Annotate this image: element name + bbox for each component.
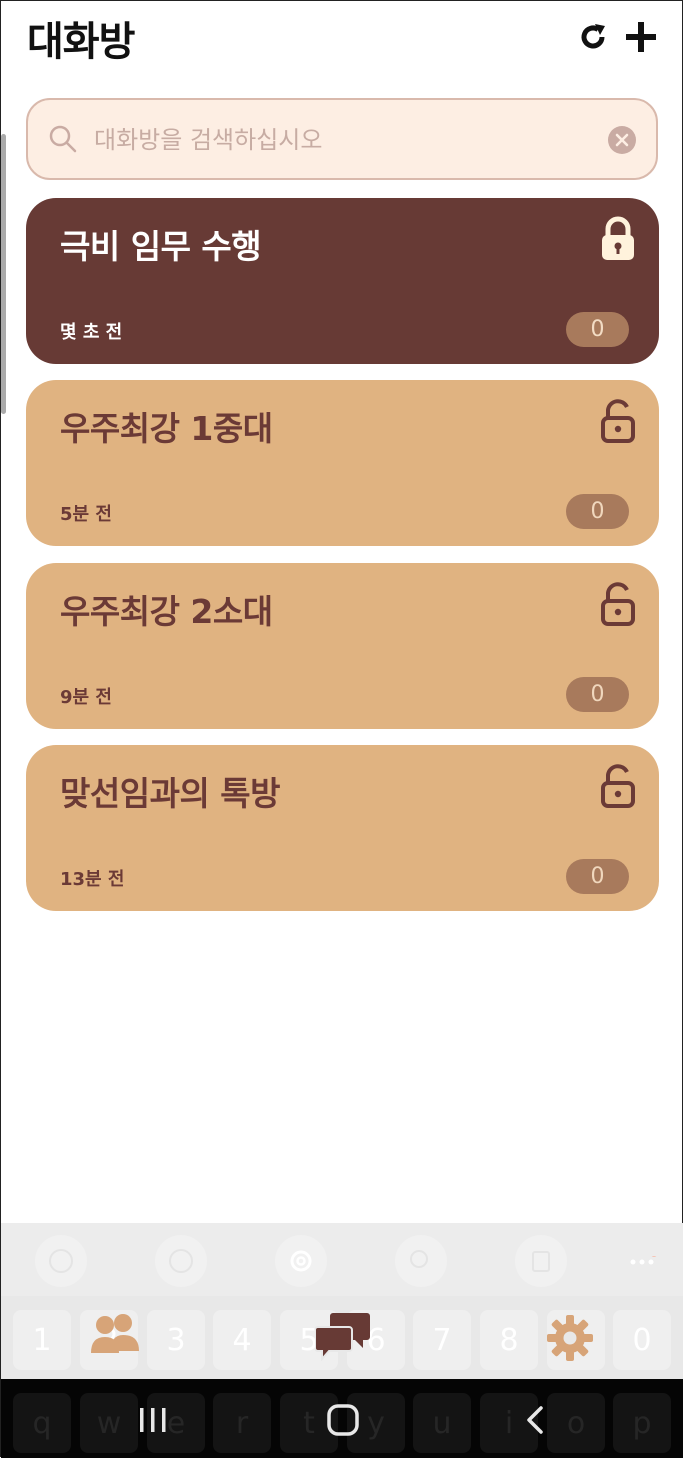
app-header: 대화방 <box>1 1 683 81</box>
back-icon <box>527 1406 543 1434</box>
room-last-active: 몇 초 전 <box>60 322 123 343</box>
room-last-active: 5분 전 <box>60 504 112 525</box>
room-last-active: 9분 전 <box>60 687 112 708</box>
room-name: 우주최강 2소대 <box>60 592 273 631</box>
chat-tab[interactable] <box>314 1311 371 1365</box>
settings-icon <box>547 1315 593 1361</box>
back-button[interactable] <box>505 1397 565 1443</box>
lock-open-icon <box>601 399 635 443</box>
key-3[interactable]: 3 <box>147 1310 205 1370</box>
room-name: 극비 임무 수행 <box>60 227 262 266</box>
room-name: 맞선임과의 톡방 <box>60 774 281 813</box>
plus-icon <box>626 22 656 52</box>
recent-apps-button[interactable] <box>123 1397 183 1443</box>
room-card[interactable]: 우주최강 2소대 9분 전 0 <box>26 563 659 729</box>
friends-icon <box>91 1314 139 1353</box>
home-icon <box>327 1404 359 1436</box>
refresh-icon <box>581 24 605 49</box>
scroll-indicator[interactable] <box>1 134 6 414</box>
key-8[interactable]: 8 <box>480 1310 538 1370</box>
key-1[interactable]: 1 <box>13 1310 71 1370</box>
key-r: r <box>213 1393 271 1453</box>
unread-count-badge: 0 <box>566 677 629 712</box>
page-title: 대화방 <box>27 19 135 65</box>
room-card[interactable]: 우주최강 1중대 5분 전 0 <box>26 380 659 546</box>
key-u: u <box>413 1393 471 1453</box>
key-4[interactable]: 4 <box>213 1310 271 1370</box>
add-room-button[interactable] <box>619 15 663 59</box>
keyboard-search-icon[interactable] <box>395 1235 447 1287</box>
close-icon <box>615 133 629 147</box>
room-card[interactable]: 극비 임무 수행 몇 초 전 0 <box>26 198 659 364</box>
emoji-icon[interactable] <box>35 1235 87 1287</box>
recent-apps-icon <box>140 1408 166 1432</box>
clipboard-icon[interactable] <box>515 1235 567 1287</box>
key-0[interactable]: 0 <box>613 1310 671 1370</box>
lock-closed-icon <box>602 216 634 260</box>
search-bar[interactable] <box>26 98 658 180</box>
sticker-icon[interactable] <box>155 1235 207 1287</box>
search-input[interactable] <box>92 118 596 162</box>
home-button[interactable] <box>313 1397 373 1443</box>
unread-count-badge: 0 <box>566 494 629 529</box>
unread-count-badge: 0 <box>566 859 629 894</box>
lock-open-icon <box>601 764 635 808</box>
refresh-button[interactable] <box>571 15 615 59</box>
more-options-icon[interactable] <box>629 1251 659 1272</box>
key-p: p <box>613 1393 671 1453</box>
room-card[interactable]: 맞선임과의 톡방 13분 전 0 <box>26 745 659 911</box>
keyboard-settings-icon[interactable] <box>275 1235 327 1287</box>
chat-icon <box>314 1313 370 1362</box>
room-name: 우주최강 1중대 <box>60 409 273 448</box>
unread-count-badge: 0 <box>566 312 629 347</box>
search-icon <box>49 125 77 153</box>
keyboard-toolbar <box>1 1223 683 1296</box>
system-navigation-bar: q w e r t y u i o p <box>1 1379 683 1458</box>
key-7[interactable]: 7 <box>413 1310 471 1370</box>
clear-search-button[interactable] <box>608 126 636 154</box>
friends-tab[interactable] <box>89 1313 141 1361</box>
key-q: q <box>13 1393 71 1453</box>
lock-open-icon <box>601 582 635 626</box>
room-last-active: 13분 전 <box>60 869 125 890</box>
settings-tab[interactable] <box>547 1315 593 1365</box>
